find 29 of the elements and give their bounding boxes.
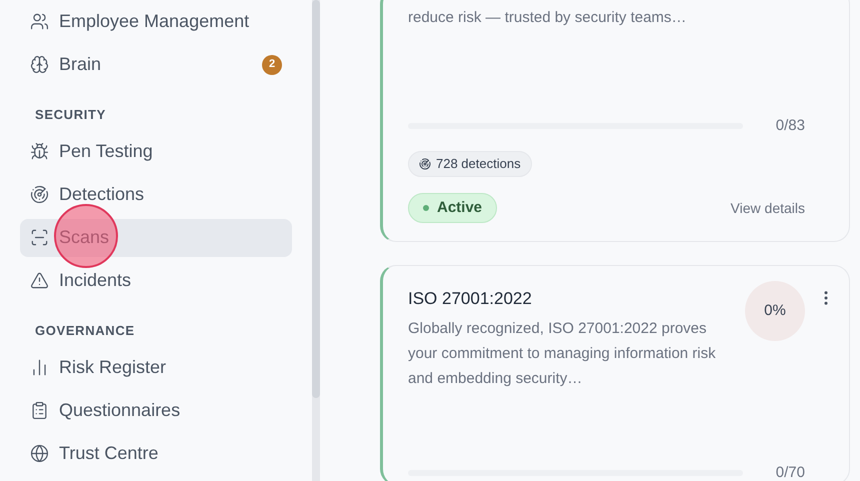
sidebar-item[interactable]: Detections <box>20 176 292 214</box>
percent-ring: 0% <box>745 281 805 341</box>
count-badge: 2 <box>262 54 282 74</box>
progress-count: 0/83 <box>774 116 805 136</box>
sidebar-item[interactable]: Pen Testing <box>20 132 292 170</box>
sidebar-item[interactable]: Questionnaires <box>20 392 292 430</box>
card-description: reduce risk — trusted by security teams… <box>408 8 688 28</box>
card-description: Globally recognized, ISO 27001:2022 proves your commitment to managing information risk and embedding security… <box>408 318 717 388</box>
radar-icon <box>419 158 431 170</box>
brain-icon <box>30 55 49 74</box>
sidebar-item[interactable]: Employee Management <box>20 2 292 40</box>
sidebar-item[interactable]: Brain 2 <box>20 46 292 84</box>
bug-icon <box>30 142 49 161</box>
detections-chip: 728 detections <box>408 151 532 177</box>
section-heading: GOVERNANCE <box>35 322 135 340</box>
globe-icon <box>30 444 49 463</box>
scan-icon <box>30 228 49 247</box>
sidebar-item[interactable]: Risk Register <box>20 348 292 386</box>
sidebar-item[interactable]: Trust Centre <box>20 434 292 472</box>
progress-count: 0/70 <box>774 462 805 481</box>
radar-icon <box>30 185 49 204</box>
sidebar-item[interactable]: Incidents <box>20 262 292 300</box>
warning-icon <box>30 271 49 290</box>
clipboard-icon <box>30 401 49 420</box>
status-badge: Active <box>408 193 498 223</box>
section-heading: SECURITY <box>35 106 106 124</box>
view-details-link[interactable]: View details <box>730 198 805 218</box>
card-title: ISO 27001:2022 <box>408 288 533 310</box>
users-icon <box>30 12 49 31</box>
